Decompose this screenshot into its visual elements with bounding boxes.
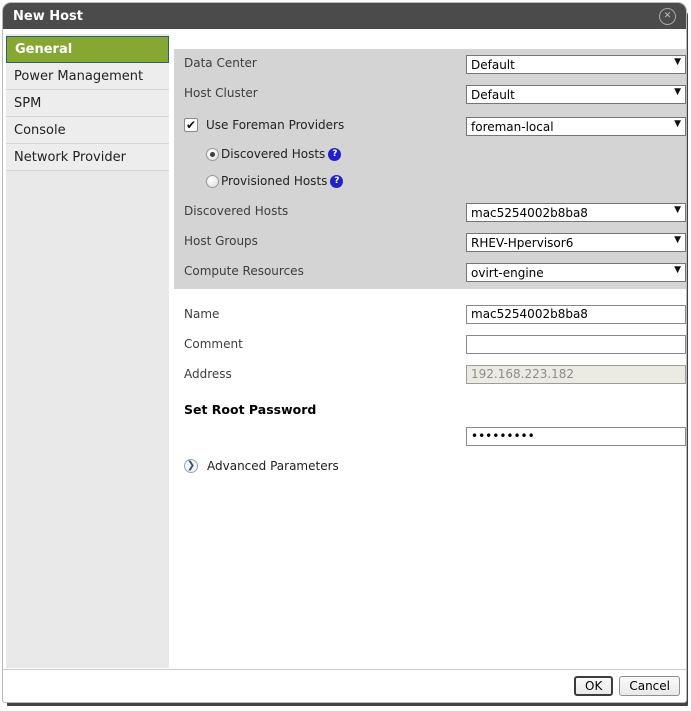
close-icon[interactable]: ✕ (659, 8, 676, 25)
dialog-titlebar: New Host ✕ (3, 3, 686, 29)
compute-resources-label: Compute Resources (184, 264, 466, 278)
new-host-dialog-page: New Host ✕ General Power Management SPM … (0, 0, 691, 711)
advanced-parameters-label: Advanced Parameters (207, 459, 339, 473)
cancel-button[interactable]: Cancel (619, 676, 680, 696)
sidebar-item-power-management[interactable]: Power Management (6, 63, 169, 90)
provisioned-hosts-radio-row: Provisioned Hosts ? (206, 171, 691, 191)
sidebar-item-label: Power Management (14, 69, 143, 84)
address-row: Address (184, 364, 686, 384)
data-center-select-wrap: Default ▼ (466, 54, 686, 73)
data-center-label: Data Center (184, 56, 466, 70)
sidebar-item-spm[interactable]: SPM (6, 90, 169, 117)
sidebar-item-label: SPM (14, 96, 41, 111)
comment-row: Comment (184, 334, 686, 354)
use-foreman-row: ✔ Use Foreman Providers foreman-local ▼ (184, 115, 686, 135)
address-input (466, 365, 686, 384)
provisioned-hosts-radio[interactable] (206, 175, 219, 188)
sidebar-item-label: Network Provider (14, 150, 126, 165)
expand-arrow-icon: ❯ (184, 459, 198, 473)
host-groups-select[interactable]: RHEV-Hpervisor6 (466, 233, 686, 252)
name-row: Name (184, 304, 686, 324)
discovered-hosts-select-wrap: mac5254002b8ba8 ▼ (466, 202, 686, 221)
host-cluster-select[interactable]: Default (466, 85, 686, 104)
host-groups-select-wrap: RHEV-Hpervisor6 ▼ (466, 232, 686, 251)
sidebar-item-label: Console (14, 123, 66, 138)
comment-input[interactable] (466, 335, 686, 354)
address-label: Address (184, 367, 466, 381)
name-input[interactable] (466, 305, 686, 324)
category-sidebar: General Power Management SPM Console Net… (6, 34, 169, 668)
discovered-hosts-radio-row: Discovered Hosts ? (206, 144, 691, 164)
compute-resources-select-wrap: ovirt-engine ▼ (466, 262, 686, 281)
root-password-input[interactable] (466, 427, 686, 446)
host-groups-row: Host Groups RHEV-Hpervisor6 ▼ (184, 231, 686, 251)
footer: OK Cancel (3, 670, 686, 702)
provisioned-hosts-radio-label: Provisioned Hosts (221, 174, 327, 188)
dialog-title: New Host (3, 9, 83, 24)
host-cluster-row: Host Cluster Default ▼ (184, 83, 686, 103)
host-cluster-select-wrap: Default ▼ (466, 84, 686, 103)
sidebar-item-label: General (15, 42, 72, 57)
discovered-hosts-radio[interactable] (206, 148, 219, 161)
data-center-row: Data Center Default ▼ (184, 53, 686, 73)
root-password-row (184, 426, 686, 446)
data-center-select[interactable]: Default (466, 55, 686, 74)
discovered-hosts-radio-label: Discovered Hosts (221, 147, 325, 161)
help-icon[interactable]: ? (330, 175, 343, 188)
discovered-hosts-row: Discovered Hosts mac5254002b8ba8 ▼ (184, 201, 686, 221)
help-icon[interactable]: ? (328, 148, 341, 161)
compute-resources-row: Compute Resources ovirt-engine ▼ (184, 261, 686, 281)
sidebar-item-console[interactable]: Console (6, 117, 169, 144)
use-foreman-checkbox[interactable]: ✔ (184, 118, 198, 132)
foreman-provider-select-wrap: foreman-local ▼ (466, 116, 686, 135)
ok-button[interactable]: OK (574, 676, 613, 696)
advanced-parameters-expander[interactable]: ❯ Advanced Parameters (184, 459, 339, 473)
host-groups-label: Host Groups (184, 234, 466, 248)
set-root-password-header: Set Root Password (184, 402, 316, 417)
sidebar-item-network-provider[interactable]: Network Provider (6, 144, 169, 171)
comment-label: Comment (184, 337, 466, 351)
compute-resources-select[interactable]: ovirt-engine (466, 263, 686, 282)
sidebar-item-general[interactable]: General (6, 36, 169, 63)
discovered-hosts-select[interactable]: mac5254002b8ba8 (466, 203, 686, 222)
foreman-provider-select[interactable]: foreman-local (466, 117, 686, 136)
host-cluster-label: Host Cluster (184, 86, 466, 100)
name-label: Name (184, 307, 466, 321)
new-host-dialog: New Host ✕ General Power Management SPM … (2, 2, 687, 703)
use-foreman-label: Use Foreman Providers (206, 118, 344, 132)
discovered-hosts-label: Discovered Hosts (184, 204, 466, 218)
